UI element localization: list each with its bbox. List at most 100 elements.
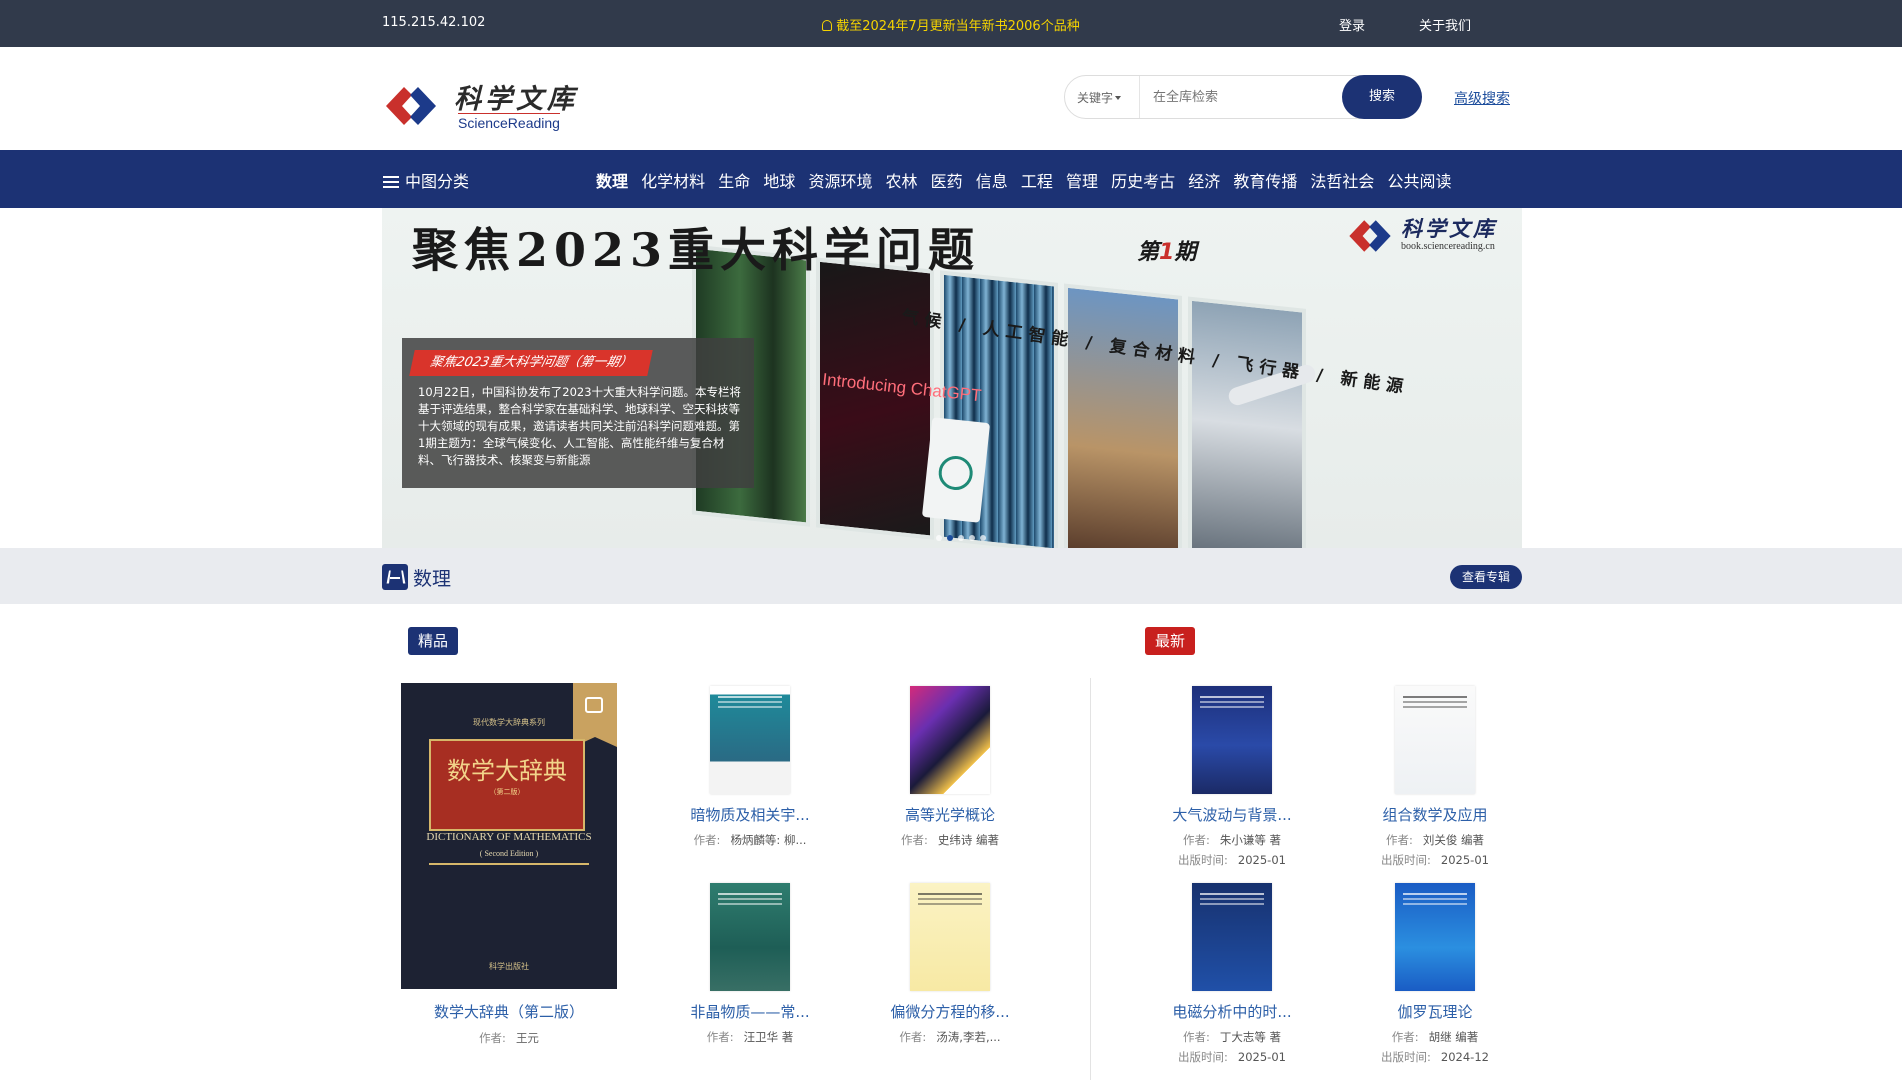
nav-item-environment[interactable]: 资源环境 [808,172,872,191]
book-author: 作者: 朱小谦等 著 [1132,830,1332,850]
book-author: 作者: 汤涛,李若,... [850,1027,1050,1047]
nav-item-math-physics[interactable]: 数理 [596,172,628,191]
nav-item-public-reading[interactable]: 公共阅读 [1388,172,1452,191]
book-title[interactable]: 电磁分析中的时... [1132,1001,1332,1022]
author-value: 刘关俊 编著 [1422,833,1485,847]
logo-chinese: 科学文库 [454,84,578,115]
nav-item-engineering[interactable]: 工程 [1021,172,1053,191]
carousel-dots [936,526,991,545]
author-value: 朱小谦等 著 [1219,833,1282,847]
carousel-dot-active[interactable] [947,535,953,541]
book-title[interactable]: 非晶物质——常... [650,1001,850,1022]
author-label: 作者: [1182,1030,1210,1044]
book-card[interactable]: 大气波动与背景... 作者: 朱小谦等 著 出版时间: 2025-01 [1132,686,1332,870]
nav-item-agriculture[interactable]: 农林 [886,172,918,191]
book-title[interactable]: 偏微分方程的移... [850,1001,1050,1022]
category-menu[interactable]: 中图分类 [383,168,469,192]
carousel-dot[interactable] [980,535,986,541]
book-card[interactable]: 电磁分析中的时... 作者: 丁大志等 著 出版时间: 2025-01 [1132,883,1332,1067]
book-title[interactable]: 大气波动与背景... [1132,804,1332,825]
book-card[interactable]: 伽罗瓦理论 作者: 胡继 编著 出版时间: 2024-12 [1335,883,1535,1067]
date-value: 2024-12 [1440,1050,1489,1064]
update-notice-text: 截至2024年7月更新当年新书2006个品种 [836,19,1080,34]
category-menu-label: 中图分类 [405,172,470,191]
book-publish-date: 出版时间: 2025-01 [1132,1047,1332,1067]
carousel-dot[interactable] [936,535,942,541]
date-value: 2025-01 [1237,1050,1286,1064]
book-publish-date: 出版时间: 2024-12 [1335,1047,1535,1067]
search-input[interactable] [1153,87,1333,107]
book-card[interactable]: 偏微分方程的移... 作者: 汤涛,李若,... [850,883,1050,1047]
book-title[interactable]: 暗物质及相关宇... [650,804,850,825]
login-link[interactable]: 登录 [1339,15,1365,34]
author-label: 作者: [899,1030,927,1044]
banner-issue: 第1期 [1137,234,1196,266]
book-title[interactable]: 组合数学及应用 [1335,804,1535,825]
banner-title: 聚焦2023重大科学问题 [412,223,981,277]
nav-item-economics[interactable]: 经济 [1188,172,1220,191]
nav-item-education[interactable]: 教育传播 [1233,172,1297,191]
cover-edition: （第二版） [489,788,525,796]
book-card[interactable]: 暗物质及相关宇... 作者: 杨炳麟等: 柳... [650,686,850,850]
nav-item-law-philosophy[interactable]: 法哲社会 [1310,172,1374,191]
author-value: 汪卫华 著 [743,1030,794,1044]
date-label: 出版时间: [1381,853,1431,867]
book-cover[interactable] [1192,883,1272,991]
update-notice: 截至2024年7月更新当年新书2006个品种 [0,15,1902,34]
nav-item-history[interactable]: 历史考古 [1111,172,1175,191]
site-logo[interactable]: 科学文库 ScienceReading [382,77,582,133]
book-card[interactable]: 非晶物质——常... 作者: 汪卫华 著 [650,883,850,1047]
carousel-dot[interactable] [969,535,975,541]
section-title: 数理 [413,568,452,590]
book-card[interactable]: 组合数学及应用 作者: 刘关俊 编著 出版时间: 2025-01 [1335,686,1535,870]
book-cover[interactable] [910,883,990,991]
author-value: 丁大志等 著 [1219,1030,1282,1044]
book-cover[interactable] [710,883,790,991]
caption-tag: 聚焦2023重大科学问题（第一期） [409,350,653,376]
nav-item-management[interactable]: 管理 [1066,172,1098,191]
book-cover[interactable] [1395,883,1475,991]
advanced-search-link[interactable]: 高级搜索 [1454,88,1510,108]
menu-icon [383,176,399,188]
cover-series: 现代数学大辞典系列 [473,718,545,727]
column-divider [1090,678,1091,1080]
carousel-dot[interactable] [958,535,964,541]
book-title[interactable]: 伽罗瓦理论 [1335,1001,1535,1022]
hero-banner[interactable]: Introducing ChatGPT 聚焦2023重大科学问题 第1期 科学文… [382,208,1522,548]
nav-links: 数理 化学材料 生命 地球 资源环境 农林 医药 信息 工程 管理 历史考古 经… [596,168,1460,192]
issue-number: 1 [1159,240,1175,265]
search-type-select[interactable]: 关键字 [1077,89,1122,106]
nav-item-earth[interactable]: 地球 [763,172,795,191]
cover-title: 数学大辞典 [447,757,567,785]
nav-item-medicine[interactable]: 医药 [931,172,963,191]
book-author: 作者: 汪卫华 著 [650,1027,850,1047]
openai-logo-icon [921,417,991,523]
search-button[interactable]: 搜索 [1342,75,1422,119]
nav-item-life[interactable]: 生命 [718,172,750,191]
book-cover[interactable] [710,686,790,794]
nav-item-information[interactable]: 信息 [976,172,1008,191]
cover-rule [429,863,589,865]
book-author: 作者: 杨炳麟等: 柳... [650,830,850,850]
banner-logo-chinese: 科学文库 [1401,216,1497,241]
author-label: 作者: [1391,1030,1419,1044]
date-label: 出版时间: [1178,1050,1228,1064]
featured-badge: 精品 [408,627,459,655]
book-cover[interactable] [1395,686,1475,794]
search-type-value: 关键字 [1077,91,1114,105]
banner-logo: 科学文库 book.sciencereading.cn [1345,213,1520,257]
logo-mark-icon [386,87,436,125]
author-label: 作者: [479,1031,506,1045]
featured-book-title[interactable]: 数学大辞典（第二版） [401,1001,617,1022]
nav-item-chemistry[interactable]: 化学材料 [641,172,705,191]
book-cover[interactable] [1192,686,1272,794]
issue-prefix: 第 [1137,240,1160,265]
book-title[interactable]: 高等光学概论 [850,804,1050,825]
book-card[interactable]: 高等光学概论 作者: 史纬诗 编著 [850,686,1050,850]
author-value: 汤涛,李若,... [936,1030,1001,1044]
view-collection-button[interactable]: 查看专辑 [1450,565,1522,589]
book-cover[interactable] [910,686,990,794]
search-bar: 关键字 搜索 [1064,75,1422,119]
featured-book-cover[interactable]: 现代数学大辞典系列 数学大辞典 （第二版） DICTIONARY OF MATH… [401,683,617,989]
about-us-link[interactable]: 关于我们 [1419,15,1471,34]
